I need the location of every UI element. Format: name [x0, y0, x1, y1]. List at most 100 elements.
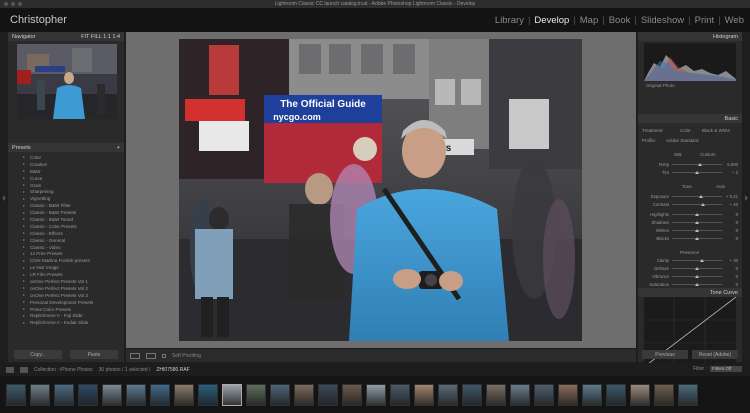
disclosure-triangle-icon[interactable] — [23, 301, 25, 304]
preset-folder[interactable]: onOne Perfect Presets Vol 1 — [10, 278, 122, 285]
disclosure-triangle-icon[interactable] — [23, 259, 25, 262]
slider-handle[interactable] — [695, 282, 699, 286]
disclosure-triangle-icon[interactable] — [23, 170, 25, 173]
slider-handle[interactable] — [697, 162, 702, 166]
slider-handle[interactable] — [695, 266, 699, 270]
disclosure-triangle-icon[interactable] — [23, 197, 25, 200]
slider-value[interactable]: + 40 — [722, 202, 738, 207]
slider-value[interactable]: + 0.41 — [722, 194, 738, 199]
slider-value[interactable]: 0 — [722, 274, 738, 279]
filmstrip-thumbnail[interactable] — [654, 383, 674, 406]
slider-value[interactable]: 0 — [722, 266, 738, 271]
preset-folder[interactable]: Curve — [10, 175, 122, 182]
filmstrip-thumbnail[interactable] — [222, 383, 242, 406]
basic-slider-row[interactable]: Whites 0 — [642, 228, 738, 233]
module-library[interactable]: Library — [495, 15, 524, 26]
reset-button[interactable]: Reset (Adobe) — [692, 350, 738, 359]
preset-folder[interactable]: Le Noir Image — [10, 264, 122, 271]
paste-settings-button[interactable]: Paste — [70, 350, 118, 359]
filmstrip-thumbnail[interactable] — [582, 383, 602, 406]
disclosure-triangle-icon[interactable] — [23, 177, 25, 180]
preset-folder[interactable]: LR Film Presets — [10, 271, 122, 278]
filmstrip-thumbnail[interactable] — [78, 383, 98, 406]
navigator-zoom-options[interactable]: FIT FILL 1:1 1:4 — [81, 34, 120, 40]
slider-value[interactable]: + 30 — [722, 258, 738, 263]
preset-folder[interactable]: Creative — [10, 161, 122, 168]
preset-folder[interactable]: Classic - Effects — [10, 230, 122, 237]
filmstrip-thumbnail[interactable] — [630, 383, 650, 406]
filmstrip-thumbnail[interactable] — [414, 383, 434, 406]
treatment-color[interactable]: Color — [680, 128, 691, 133]
slider-track[interactable] — [672, 228, 722, 232]
filmstrip-thumbnail[interactable] — [462, 383, 482, 406]
slider-handle[interactable] — [701, 202, 705, 206]
copy-settings-button[interactable]: Copy... — [14, 350, 62, 359]
slider-track[interactable] — [672, 258, 722, 262]
preset-folder[interactable]: Color — [10, 154, 122, 161]
disclosure-triangle-icon[interactable] — [23, 218, 25, 221]
basic-slider-row[interactable]: Exposure + 0.41 — [642, 194, 738, 199]
add-preset-icon[interactable]: + — [117, 145, 120, 151]
basic-header[interactable]: Basic — [638, 114, 742, 123]
before-after-view-icon[interactable] — [146, 352, 156, 359]
slider-value[interactable]: 0 — [722, 212, 738, 217]
basic-slider-row[interactable]: Shadows 0 — [642, 220, 738, 225]
basic-slider-row[interactable]: Saturation 0 — [642, 282, 738, 287]
preset-folder[interactable]: Replichrome II - Fuji Slide — [10, 312, 122, 319]
module-web[interactable]: Web — [725, 15, 744, 26]
basic-slider-row[interactable]: Highlights 0 — [642, 212, 738, 217]
slider-track[interactable] — [672, 202, 722, 206]
disclosure-triangle-icon[interactable] — [23, 156, 25, 159]
slider-handle[interactable] — [699, 194, 703, 198]
disclosure-triangle-icon[interactable] — [23, 204, 25, 207]
filmstrip-thumbnail[interactable] — [270, 383, 290, 406]
filmstrip-thumbnail[interactable] — [606, 383, 626, 406]
left-panel-toggle-icon[interactable] — [2, 195, 5, 201]
filmstrip-thumbnail[interactable] — [246, 383, 266, 406]
disclosure-triangle-icon[interactable] — [23, 246, 25, 249]
slider-track[interactable] — [672, 212, 722, 216]
filmstrip-thumbnail[interactable] — [318, 383, 338, 406]
tone-curve-header[interactable]: Tone Curve — [638, 288, 742, 297]
main-photo[interactable]: The Official Guide nycgo.com Lids — [179, 39, 582, 341]
disclosure-triangle-icon[interactable] — [23, 239, 25, 242]
preset-folder[interactable]: Sharpening — [10, 188, 122, 195]
filmstrip[interactable] — [0, 376, 750, 413]
preset-folder[interactable]: Classic - B&W Toned — [10, 216, 122, 223]
disclosure-triangle-icon[interactable] — [23, 163, 25, 166]
preset-folder[interactable]: Grain — [10, 182, 122, 189]
disclosure-triangle-icon[interactable] — [23, 273, 25, 276]
slider-track[interactable] — [672, 162, 722, 166]
slider-handle[interactable] — [695, 228, 699, 232]
disclosure-triangle-icon[interactable] — [23, 184, 25, 186]
slider-handle[interactable] — [695, 170, 699, 174]
preset-folder[interactable]: Classic - Color Presets — [10, 223, 122, 230]
slider-track[interactable] — [672, 266, 722, 270]
disclosure-triangle-icon[interactable] — [23, 294, 25, 297]
filmstrip-thumbnail[interactable] — [534, 383, 554, 406]
slider-track[interactable] — [672, 274, 722, 278]
preset-folder[interactable]: Vignetting — [10, 195, 122, 202]
histogram-header[interactable]: Histogram — [638, 32, 742, 41]
preset-folder[interactable]: Classic - Video — [10, 244, 122, 251]
slider-value[interactable]: 5,600 — [722, 162, 738, 167]
preset-folder[interactable]: Classic - B&W Presets — [10, 209, 122, 216]
preset-folder[interactable]: Classic - General — [10, 237, 122, 244]
filmstrip-thumbnail[interactable] — [678, 383, 698, 406]
filmstrip-thumbnail[interactable] — [174, 383, 194, 406]
previous-button[interactable]: Previous — [642, 350, 688, 359]
module-map[interactable]: Map — [580, 15, 598, 26]
preset-folder[interactable]: Prime Color Presets — [10, 306, 122, 313]
disclosure-triangle-icon[interactable] — [23, 225, 25, 228]
filmstrip-thumbnail[interactable] — [438, 383, 458, 406]
basic-slider-row[interactable]: Clarity + 30 — [642, 258, 738, 263]
basic-slider-row[interactable]: Tint + 2 — [642, 170, 738, 175]
preset-folder[interactable]: Replichrome II - Kodak Slide — [10, 319, 122, 326]
image-display-area[interactable]: The Official Guide nycgo.com Lids — [126, 32, 636, 348]
disclosure-triangle-icon[interactable] — [23, 232, 25, 235]
preset-folder[interactable]: Personal Development Presets — [10, 299, 122, 306]
preset-folder[interactable]: onOne Perfect Presets Vol 2 — [10, 285, 122, 292]
disclosure-triangle-icon[interactable] — [23, 314, 25, 317]
module-book[interactable]: Book — [609, 15, 631, 26]
basic-slider-row[interactable]: Temp 5,600 — [642, 162, 738, 167]
